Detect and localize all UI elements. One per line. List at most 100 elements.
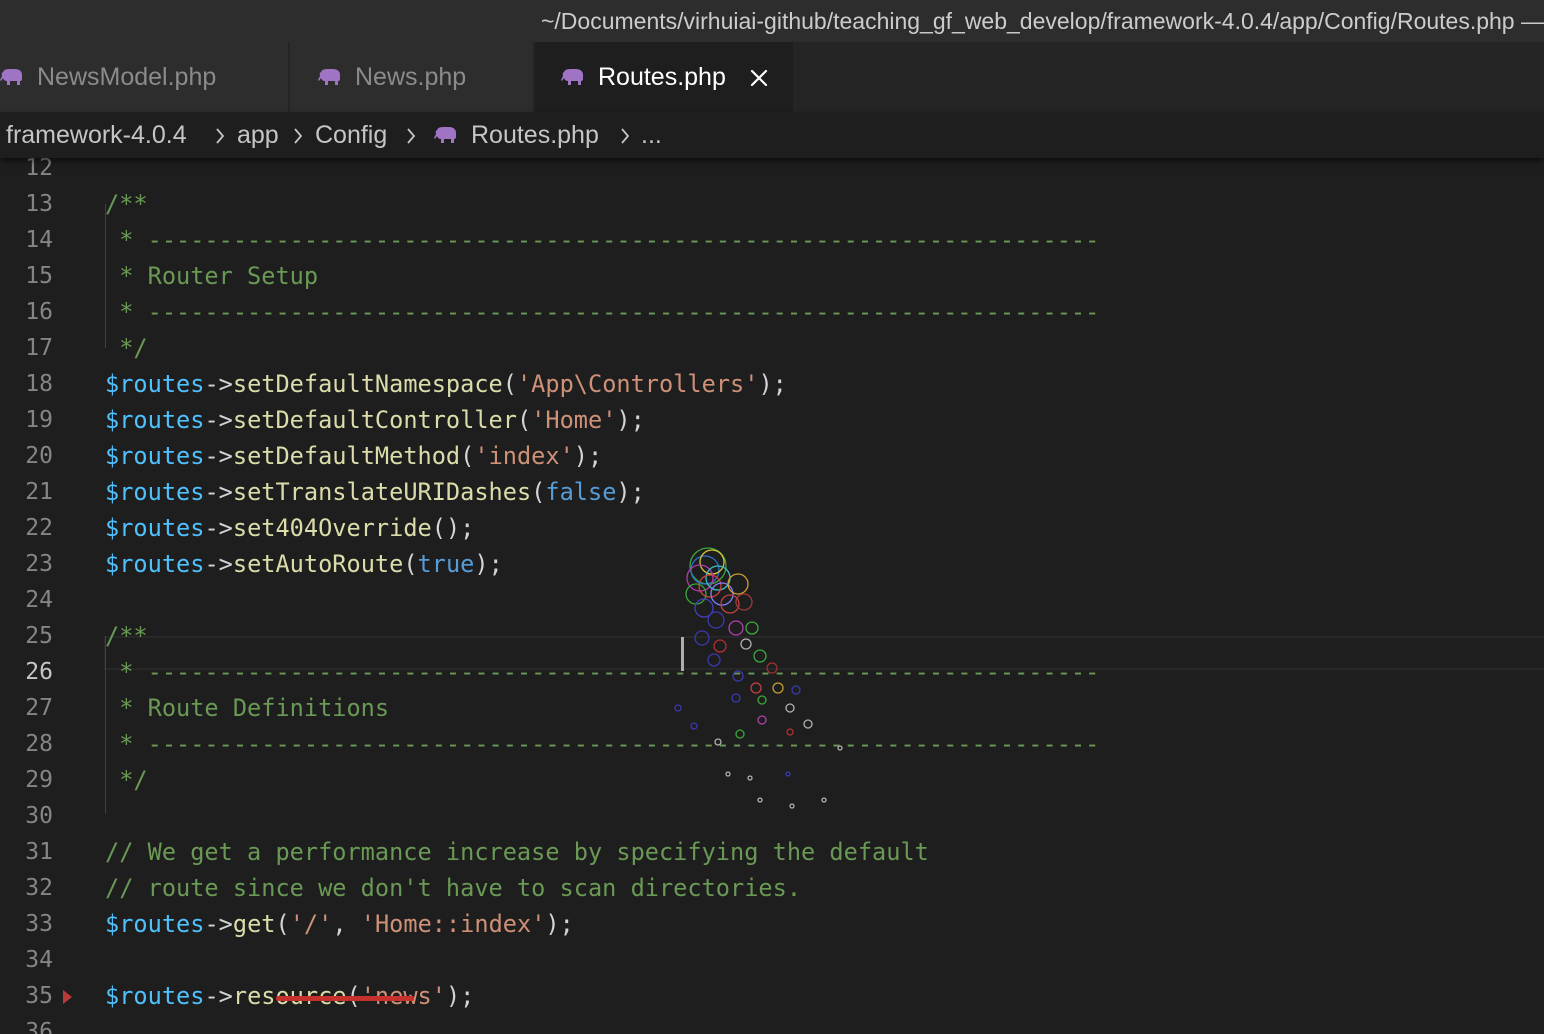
breadcrumb-item-config[interactable]: Config <box>315 112 387 158</box>
code-token: * --------------------------------------… <box>105 298 1100 326</box>
code-line[interactable]: $routes->setAutoRoute(true); <box>105 546 503 582</box>
line-number[interactable]: 12 <box>0 158 70 186</box>
code-token: setDefaultMethod <box>232 442 461 470</box>
code-line[interactable]: // route since we don't have to scan dir… <box>105 870 801 906</box>
line-number[interactable]: 30 <box>0 798 70 834</box>
code-token: $routes <box>105 514 205 542</box>
editor-tab-bar: NewsModel.php News.php Routes.php <box>0 42 1544 112</box>
line-number[interactable]: 18 <box>0 366 70 402</box>
breadcrumb-item-framework[interactable]: framework-4.0.4 <box>6 112 187 158</box>
code-token: get <box>232 910 276 938</box>
code-token: setDefaultController <box>232 406 517 434</box>
line-number[interactable]: 17 <box>0 330 70 366</box>
tab-routes[interactable]: Routes.php <box>535 42 793 112</box>
code-token: ( <box>275 910 290 938</box>
code-token: ); <box>616 406 645 434</box>
code-token: -> <box>204 514 233 542</box>
breadcrumb-item-app[interactable]: app <box>237 112 279 158</box>
code-token: $routes <box>105 982 205 1010</box>
code-token: ( <box>516 406 532 434</box>
code-token: setDefaultNamespace <box>232 370 503 398</box>
close-icon[interactable] <box>750 69 768 87</box>
code-token: * --------------------------------------… <box>105 658 1100 686</box>
line-number[interactable]: 27 <box>0 690 70 726</box>
line-number[interactable]: 26 <box>0 654 70 690</box>
code-token: set404Override <box>232 514 432 542</box>
code-line[interactable]: $routes->setTranslateURIDashes(false); <box>105 474 645 510</box>
code-token: setTranslateURIDashes <box>232 478 532 506</box>
code-line[interactable]: */ <box>105 762 148 798</box>
code-token: 'index' <box>474 442 574 470</box>
error-squiggle <box>276 996 414 1001</box>
line-number[interactable]: 23 <box>0 546 70 582</box>
code-token: $routes <box>105 910 205 938</box>
code-line[interactable]: $routes->set404Override(); <box>105 510 474 546</box>
php-elephant-icon <box>561 69 583 85</box>
code-token: ); <box>616 478 645 506</box>
code-token: (); <box>431 514 475 542</box>
code-token: * Router Setup <box>105 262 319 290</box>
code-line[interactable]: * Route Definitions <box>105 690 389 726</box>
line-number[interactable]: 13 <box>0 186 70 222</box>
code-token: */ <box>105 334 148 362</box>
code-line[interactable]: * --------------------------------------… <box>105 654 1099 690</box>
tab-news[interactable]: News.php <box>290 42 534 112</box>
line-number[interactable]: 25 <box>0 618 70 654</box>
title-bar: ~/Documents/virhuiai-github/teaching_gf_… <box>0 0 1544 42</box>
php-elephant-icon <box>318 69 340 85</box>
line-number[interactable]: 16 <box>0 294 70 330</box>
code-token: 'App\Controllers' <box>516 370 759 398</box>
code-token: -> <box>204 442 233 470</box>
line-number[interactable]: 35 <box>0 978 70 1014</box>
line-number[interactable]: 32 <box>0 870 70 906</box>
code-token: 'Home' <box>531 406 617 434</box>
line-number[interactable]: 21 <box>0 474 70 510</box>
line-number[interactable]: 28 <box>0 726 70 762</box>
tab-newsmodel[interactable]: NewsModel.php <box>0 42 289 112</box>
code-token: // route since we don't have to scan dir… <box>105 874 802 902</box>
code-token: ); <box>545 910 574 938</box>
code-line[interactable]: $routes->setDefaultController('Home'); <box>105 402 645 438</box>
line-number[interactable]: 33 <box>0 906 70 942</box>
code-token: // We get a performance increase by spec… <box>105 838 929 866</box>
line-number[interactable]: 15 <box>0 258 70 294</box>
code-line[interactable]: */ <box>105 330 148 366</box>
code-line[interactable]: * --------------------------------------… <box>105 726 1099 762</box>
code-token: /** <box>105 190 148 218</box>
line-number[interactable]: 36 <box>0 1014 70 1034</box>
code-token: ( <box>460 442 475 470</box>
code-token: ); <box>758 370 787 398</box>
line-number[interactable]: 20 <box>0 438 70 474</box>
code-token: */ <box>105 766 148 794</box>
code-line[interactable]: $routes->setDefaultNamespace('App\Contro… <box>105 366 787 402</box>
code-line[interactable]: * --------------------------------------… <box>105 294 1099 330</box>
code-token: -> <box>204 478 233 506</box>
code-line[interactable]: $routes->get('/', 'Home::index'); <box>105 906 574 942</box>
code-token: $routes <box>105 550 205 578</box>
code-editor[interactable]: 12 13 14 15 16 17 18 19 20 21 22 23 24 25 26 27 28 29 30 31… <box>0 158 1544 1034</box>
code-token: 'Home::index' <box>360 910 546 938</box>
line-number[interactable]: 31 <box>0 834 70 870</box>
breakpoint-arrow-icon[interactable] <box>63 990 72 1004</box>
window-title: ~/Documents/virhuiai-github/teaching_gf_… <box>540 8 1544 34</box>
code-line[interactable]: * Router Setup <box>105 258 318 294</box>
breadcrumb: framework-4.0.4 app Config Routes.php ..… <box>0 112 1544 158</box>
code-token: $routes <box>105 406 205 434</box>
code-token: ( <box>403 550 418 578</box>
code-line[interactable]: /** <box>105 618 148 654</box>
line-number[interactable]: 14 <box>0 222 70 258</box>
line-number[interactable]: 19 <box>0 402 70 438</box>
line-number[interactable]: 22 <box>0 510 70 546</box>
code-line[interactable]: /** <box>105 186 148 222</box>
breadcrumb-item-routes[interactable]: Routes.php <box>471 112 599 158</box>
breadcrumb-item-more[interactable]: ... <box>641 112 662 158</box>
tab-label: News.php <box>355 63 467 91</box>
code-line[interactable]: $routes->setDefaultMethod('index'); <box>105 438 602 474</box>
line-number[interactable]: 29 <box>0 762 70 798</box>
line-number[interactable]: 34 <box>0 942 70 978</box>
code-line[interactable]: // We get a performance increase by spec… <box>105 834 929 870</box>
code-line[interactable]: * --------------------------------------… <box>105 222 1099 258</box>
code-token: ); <box>573 442 603 470</box>
line-number[interactable]: 24 <box>0 582 70 618</box>
code-token: -> <box>204 982 233 1010</box>
